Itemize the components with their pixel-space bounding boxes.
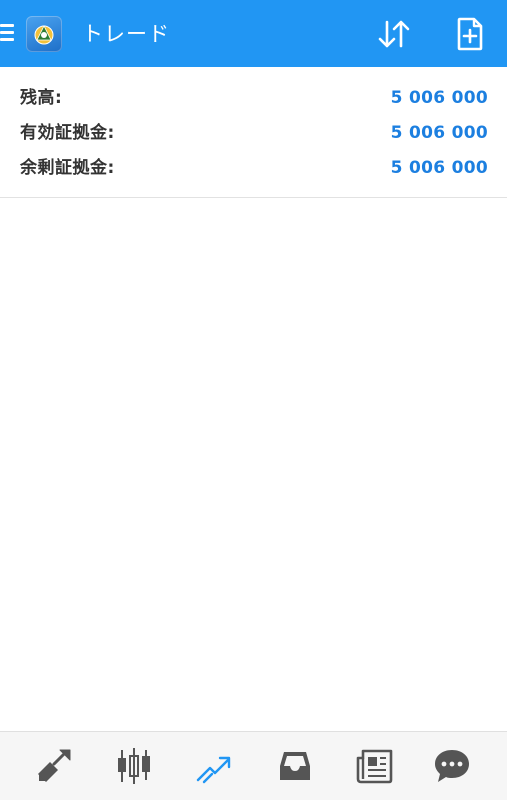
metatrader-logo-icon (26, 16, 62, 52)
equity-row: 有効証拠金: 5 006 000 (20, 118, 488, 148)
app-root: トレード 残高: 5 006 000 有効証拠金: 5 006 000 余剰証拠… (0, 0, 507, 800)
chat-bubble-icon[interactable] (432, 746, 472, 786)
bottom-navigation (0, 731, 507, 800)
balance-value: 5 006 000 (390, 88, 488, 108)
candlestick-chart-icon[interactable] (114, 746, 154, 786)
free-margin-value: 5 006 000 (390, 158, 488, 178)
free-margin-label: 余剰証拠金: (20, 158, 115, 178)
leader-dots (150, 153, 390, 183)
top-app-bar: トレード (0, 0, 507, 67)
leader-dots (90, 83, 390, 113)
sort-arrows-icon[interactable] (374, 16, 414, 52)
balance-label: 残高: (20, 88, 63, 108)
page-title: トレード (82, 22, 170, 46)
free-margin-row: 余剰証拠金: 5 006 000 (20, 153, 488, 183)
quotes-arrows-icon[interactable] (34, 746, 74, 786)
history-inbox-icon[interactable] (275, 746, 315, 786)
equity-value: 5 006 000 (390, 123, 488, 143)
hamburger-menu-icon[interactable] (0, 20, 16, 46)
equity-label: 有効証拠金: (20, 123, 115, 143)
trade-trend-icon[interactable] (194, 746, 234, 786)
balance-row: 残高: 5 006 000 (20, 83, 488, 113)
leader-dots (150, 118, 390, 148)
news-icon[interactable] (355, 746, 395, 786)
account-summary: 残高: 5 006 000 有効証拠金: 5 006 000 余剰証拠金: 5 … (0, 67, 507, 198)
new-document-icon[interactable] (452, 16, 488, 52)
